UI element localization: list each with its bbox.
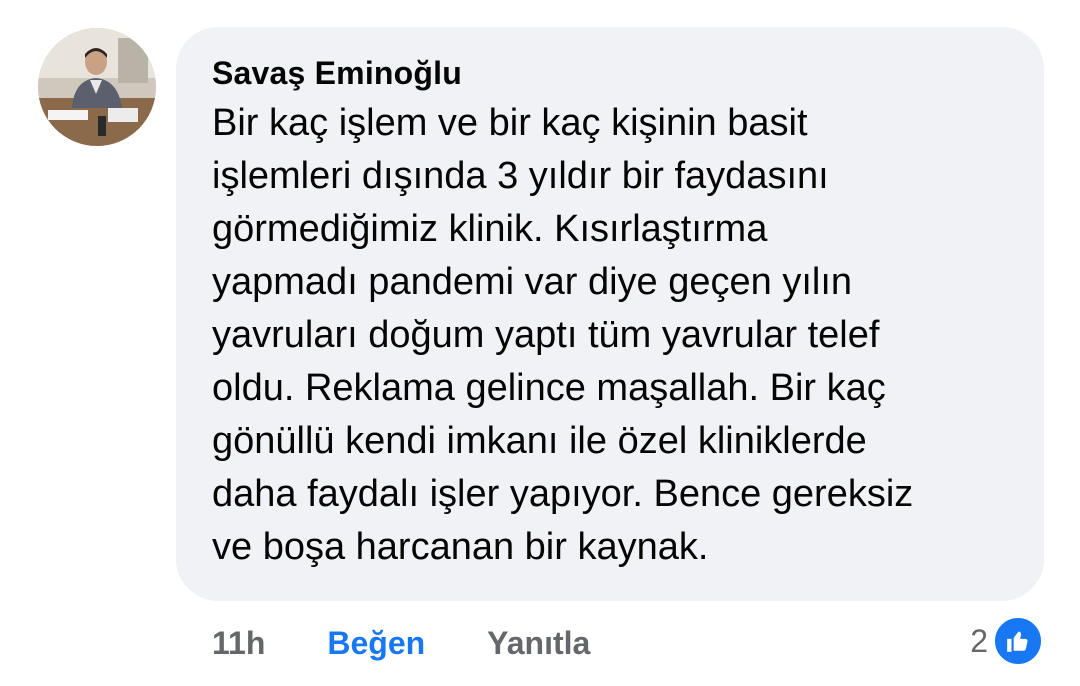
comment-text: Bir kaç işlem ve bir kaç kişinin basit i…	[212, 102, 914, 568]
comment-bubble: Savaş Eminoğlu Bir kaç işlem ve bir kaç …	[176, 27, 1044, 601]
reaction-count: 2	[970, 622, 988, 659]
avatar-photo	[38, 28, 156, 146]
thumbs-up-icon	[992, 615, 1044, 667]
reply-button[interactable]: Yanıtla	[487, 625, 590, 662]
comment-author[interactable]: Savaş Eminoğlu	[212, 53, 1008, 93]
like-button[interactable]: Beğen	[327, 625, 425, 662]
avatar[interactable]	[38, 28, 156, 146]
comment-item: Savaş Eminoğlu Bir kaç işlem ve bir kaç …	[0, 0, 1080, 686]
comment-timestamp[interactable]: 11h	[212, 625, 265, 662]
reaction-summary[interactable]: 2	[970, 614, 1044, 668]
comment-actions: 11h Beğen Yanıtla	[212, 618, 590, 668]
